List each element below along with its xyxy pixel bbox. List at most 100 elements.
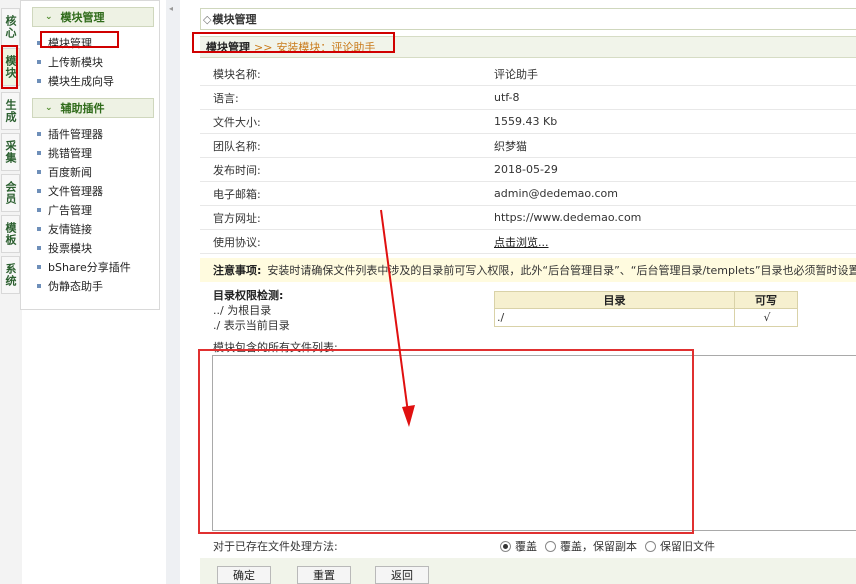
info-label: 使用协议: <box>213 235 261 249</box>
sidebar-item-label: 模块生成向导 <box>48 74 114 88</box>
table-header-row: 目录 可写 <box>494 291 798 309</box>
page-title: 模块管理 <box>212 13 257 26</box>
vtab-generate[interactable]: 生成 <box>1 92 20 130</box>
sidebar-item-rewrite-helper[interactable]: 伪静态助手 <box>37 277 103 294</box>
info-label: 文件大小: <box>213 115 261 129</box>
bullet-icon <box>37 188 41 193</box>
sidebar-item-label: 文件管理器 <box>48 184 103 198</box>
info-value: 织梦猫 <box>494 139 527 153</box>
info-row-team: 团队名称: 织梦猫 <box>200 134 856 158</box>
info-row-email: 电子邮箱: admin@dedemao.com <box>200 182 856 206</box>
sidebar-item-ad-manage[interactable]: 广告管理 <box>37 201 92 218</box>
info-value: 2018-05-29 <box>494 163 558 176</box>
vtab-member[interactable]: 会员 <box>1 174 20 212</box>
highlight-outline-files <box>198 349 694 534</box>
back-button[interactable]: 返回 <box>375 566 429 584</box>
highlight-outline-breadcrumb <box>192 32 395 53</box>
info-label: 模块名称: <box>213 67 261 81</box>
info-value: admin@dedemao.com <box>494 187 618 200</box>
sidebar-section-plugins[interactable]: ⌄ 辅助插件 <box>32 98 154 118</box>
vtab-system[interactable]: 系统 <box>1 256 20 294</box>
sidebar-item-label: bShare分享插件 <box>48 260 131 274</box>
bullet-icon <box>37 59 41 64</box>
info-row-website: 官方网址: https://www.dedemao.com <box>200 206 856 230</box>
radio-label: 覆盖，保留副本 <box>560 540 637 553</box>
sidebar-section-module-manage[interactable]: ⌄ 模块管理 <box>32 7 154 27</box>
reset-button[interactable]: 重置 <box>297 566 351 584</box>
info-label: 团队名称: <box>213 139 261 153</box>
sidebar-item-vote-module[interactable]: 投票模块 <box>37 239 92 256</box>
section-title: 模块管理 <box>60 11 105 24</box>
confirm-button[interactable]: 确定 <box>217 566 271 584</box>
vtab-template[interactable]: 模板 <box>1 215 20 253</box>
sidebar-item-friend-links[interactable]: 友情链接 <box>37 220 92 237</box>
section-title: 辅助插件 <box>60 102 105 115</box>
info-label: 电子邮箱: <box>213 187 261 201</box>
cell-dir: ./ <box>494 308 735 327</box>
bullet-icon <box>37 245 41 250</box>
info-label: 语言: <box>213 91 239 105</box>
radio-label: 覆盖 <box>515 540 537 553</box>
info-label: 官方网址: <box>213 211 261 225</box>
diamond-icon: ◇ <box>203 12 212 26</box>
cell-writable: √ <box>734 308 798 327</box>
sidebar-item-label: 上传新模块 <box>48 55 103 69</box>
bullet-icon <box>37 150 41 155</box>
info-value: utf-8 <box>494 91 520 104</box>
panel-splitter[interactable]: ◂ <box>166 0 180 584</box>
existing-file-handling: 对于已存在文件处理方法: 覆盖 覆盖，保留副本 保留旧文件 <box>200 536 856 556</box>
footer-bar: 确定 重置 返回 <box>200 558 856 584</box>
sidebar-item-upload-module[interactable]: 上传新模块 <box>37 53 103 70</box>
sidebar-item-baidu-news[interactable]: 百度新闻 <box>37 163 92 180</box>
radio-overwrite-keep-copy[interactable] <box>545 540 556 552</box>
radio-keep-old[interactable] <box>645 540 656 552</box>
sidebar-item-label: 百度新闻 <box>48 165 92 179</box>
sidebar-item-label: 挑错管理 <box>48 146 92 160</box>
sidebar-item-label: 插件管理器 <box>48 127 103 141</box>
collapse-arrow-icon[interactable]: ◂ <box>169 4 173 13</box>
radio-label: 保留旧文件 <box>660 540 715 553</box>
notice-label: 注意事项: <box>213 264 262 277</box>
sidebar-item-file-manager[interactable]: 文件管理器 <box>37 182 103 199</box>
bullet-icon <box>37 226 41 231</box>
permission-note: ./ 表示当前目录 <box>213 319 290 332</box>
bullet-icon <box>37 264 41 269</box>
info-row-language: 语言: utf-8 <box>200 86 856 110</box>
sidebar-item-plugin-manager[interactable]: 插件管理器 <box>37 125 103 142</box>
existing-file-label: 对于已存在文件处理方法: <box>213 540 338 553</box>
sidebar-item-bshare[interactable]: bShare分享插件 <box>37 258 131 275</box>
sidebar-item-error-manage[interactable]: 挑错管理 <box>37 144 92 161</box>
main-content: ◇ 模块管理 模块管理 >> 安装模块：评论助手 模块名称: 评论助手 语言: … <box>190 0 856 584</box>
vtab-core[interactable]: 核心 <box>1 8 20 46</box>
permission-title: 目录权限检测: <box>213 289 284 302</box>
col-header-dir: 目录 <box>494 291 735 309</box>
info-row-name: 模块名称: 评论助手 <box>200 62 856 86</box>
info-value: https://www.dedemao.com <box>494 211 642 224</box>
bullet-icon <box>37 78 41 83</box>
highlight-outline-menu <box>40 31 119 48</box>
info-value: 评论助手 <box>494 67 538 81</box>
col-header-writable: 可写 <box>734 291 798 309</box>
info-row-license: 使用协议: 点击浏览... <box>200 230 856 254</box>
permission-table: 目录 可写 ./ √ <box>494 291 798 327</box>
info-value: 1559.43 Kb <box>494 115 558 128</box>
app-root: 核心 模块 生成 采集 会员 模板 系统 ⌄ 模块管理 模块管理 上传新模块 模… <box>0 0 856 584</box>
bullet-icon <box>37 169 41 174</box>
license-link[interactable]: 点击浏览... <box>494 234 549 250</box>
info-row-date: 发布时间: 2018-05-29 <box>200 158 856 182</box>
bullet-icon <box>37 207 41 212</box>
sidebar-item-label: 投票模块 <box>48 241 92 255</box>
notice-bar: 注意事项: 安装时请确保文件列表中涉及的目录前可写入权限，此外“后台管理目录”、… <box>200 258 856 282</box>
sidebar-item-module-wizard[interactable]: 模块生成向导 <box>37 72 114 89</box>
bullet-icon <box>37 283 41 288</box>
chevron-down-icon: ⌄ <box>45 103 53 113</box>
table-row: ./ √ <box>494 308 798 327</box>
highlight-outline-vtab <box>1 45 18 89</box>
radio-overwrite[interactable] <box>500 540 511 552</box>
chevron-down-icon: ⌄ <box>45 12 53 22</box>
permission-note: ../ 为根目录 <box>213 304 272 317</box>
vtab-collect[interactable]: 采集 <box>1 133 20 171</box>
info-label: 发布时间: <box>213 163 261 177</box>
sidebar-item-label: 友情链接 <box>48 222 92 236</box>
sidebar-item-label: 伪静态助手 <box>48 279 103 293</box>
